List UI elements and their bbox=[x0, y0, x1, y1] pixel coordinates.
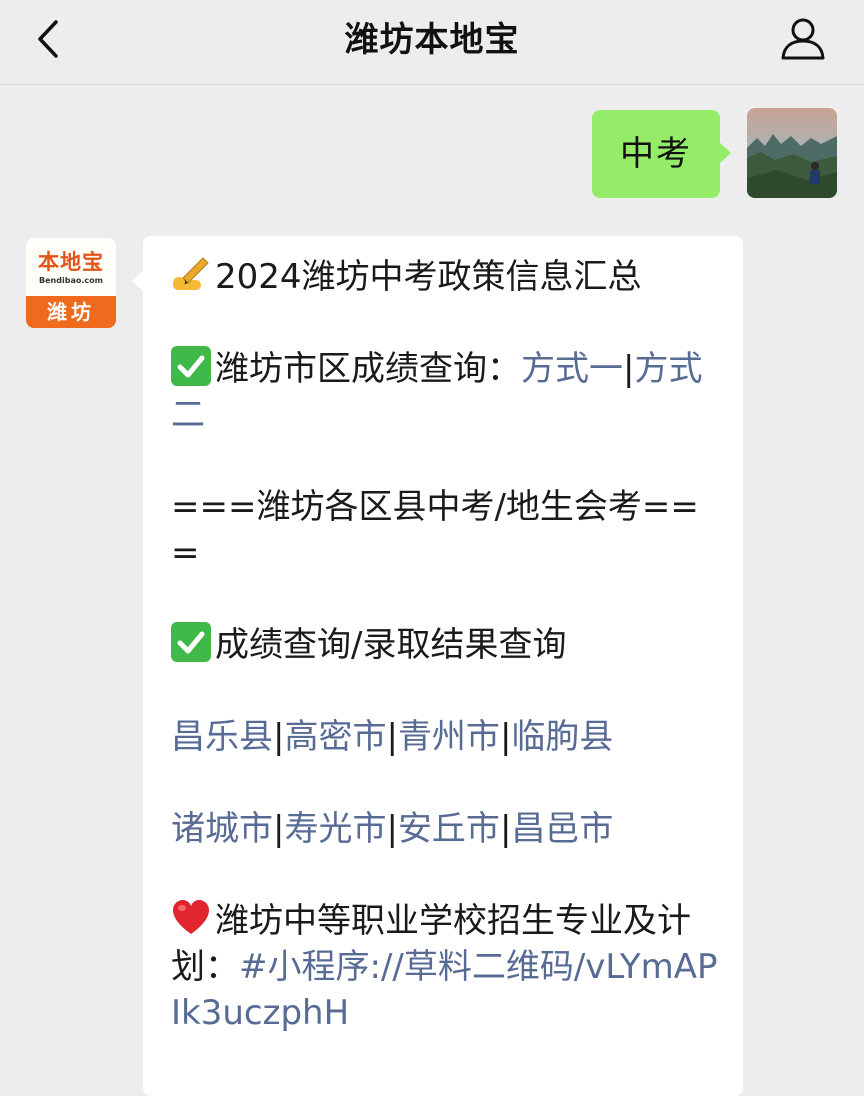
vocational-mini-program-link[interactable]: #小程序://草料二维码/vLYmAPIk3uczphH bbox=[171, 947, 718, 1033]
landscape-avatar-image bbox=[747, 108, 837, 198]
divider-line: ===潍坊各区县中考/地生会考=== bbox=[171, 487, 699, 573]
message-title-line: 2024潍坊中考政策信息汇总 bbox=[171, 254, 719, 300]
county-link-gaomi[interactable]: 高密市 bbox=[284, 717, 386, 757]
logo-text: 本地宝 bbox=[38, 250, 104, 274]
score-query-line: 潍坊市区成绩查询：方式一|方式二 bbox=[171, 346, 719, 438]
red-heart-icon bbox=[173, 900, 209, 934]
separator: | bbox=[273, 809, 285, 849]
county-link-changyi[interactable]: 昌邑市 bbox=[511, 809, 613, 849]
score-query-label: 潍坊市区成绩查询： bbox=[215, 349, 521, 389]
separator: | bbox=[623, 349, 635, 389]
counties-row-2: 诸城市|寿光市|安丘市|昌邑市 bbox=[171, 806, 719, 852]
separator: | bbox=[273, 717, 285, 757]
message-content: 2024潍坊中考政策信息汇总 潍坊市区成绩查询：方式一|方式二 ===潍坊各区县… bbox=[171, 254, 719, 1082]
message-title: 2024潍坊中考政策信息汇总 bbox=[215, 257, 642, 297]
separator: | bbox=[386, 809, 398, 849]
separator: | bbox=[386, 717, 398, 757]
county-link-anqiu[interactable]: 安丘市 bbox=[398, 809, 500, 849]
check-mark-icon bbox=[171, 346, 211, 386]
method-one-link[interactable]: 方式一 bbox=[521, 349, 623, 389]
results-query-label: 成绩查询/录取结果查询 bbox=[215, 625, 567, 665]
county-link-linqu[interactable]: 临朐县 bbox=[511, 717, 613, 757]
outgoing-message-text: 中考 bbox=[620, 134, 692, 174]
separator: | bbox=[499, 717, 512, 757]
check-mark-icon bbox=[171, 622, 211, 662]
incoming-message-bubble: 2024潍坊中考政策信息汇总 潍坊市区成绩查询：方式一|方式二 ===潍坊各区县… bbox=[132, 236, 743, 1096]
county-link-qingzhou[interactable]: 青州市 bbox=[398, 717, 500, 757]
outgoing-message-bubble[interactable]: 中考 bbox=[592, 110, 731, 198]
bendibao-avatar[interactable]: 本地宝 Bendibao.com 潍坊 bbox=[26, 238, 116, 328]
chat-title: 潍坊本地宝 bbox=[344, 20, 520, 60]
person-icon bbox=[781, 18, 825, 60]
county-link-changle[interactable]: 昌乐县 bbox=[171, 717, 273, 757]
county-link-zhucheng[interactable]: 诸城市 bbox=[171, 809, 273, 849]
writing-hand-icon bbox=[173, 257, 209, 290]
back-button[interactable] bbox=[30, 14, 70, 64]
logo-city: 潍坊 bbox=[26, 296, 116, 328]
county-link-shouguang[interactable]: 寿光市 bbox=[284, 809, 386, 849]
results-query-line: 成绩查询/录取结果查询 bbox=[171, 622, 719, 668]
user-avatar[interactable] bbox=[747, 108, 837, 198]
logo-subtext: Bendibao.com bbox=[39, 276, 103, 285]
profile-button[interactable] bbox=[778, 14, 828, 64]
counties-row-1: 昌乐县|高密市|青州市|临朐县 bbox=[171, 714, 719, 760]
chevron-left-icon bbox=[38, 20, 58, 58]
separator: | bbox=[499, 809, 512, 849]
vocational-line: 潍坊中等职业学校招生专业及计划：#小程序://草料二维码/vLYmAPIk3uc… bbox=[171, 898, 719, 1036]
top-bar: 潍坊本地宝 bbox=[0, 0, 864, 85]
